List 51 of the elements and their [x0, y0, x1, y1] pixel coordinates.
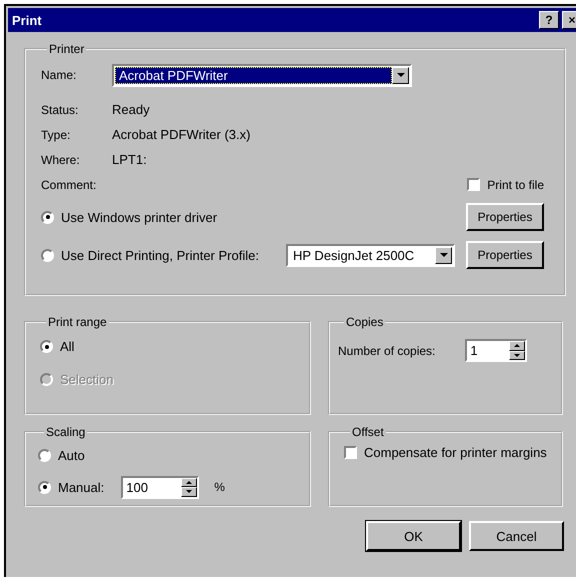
radio-label[interactable]: Use Direct Printing, Printer Profile: — [61, 248, 259, 262]
checkbox-label[interactable]: Compensate for printer margins — [364, 445, 547, 460]
help-button[interactable]: ? — [539, 11, 559, 29]
up-arrow-icon — [514, 344, 520, 348]
checkbox[interactable] — [467, 178, 480, 191]
dropdown-arrow-button[interactable] — [435, 246, 452, 264]
radio-button[interactable] — [38, 448, 51, 462]
spin-up-button[interactable] — [509, 341, 526, 350]
down-arrow-icon — [440, 253, 448, 257]
ok-button[interactable]: OK — [366, 521, 461, 551]
group-title: Scaling — [45, 425, 86, 439]
radio-label[interactable]: Use Windows printer driver — [61, 210, 218, 224]
field-label: Where: — [41, 152, 81, 166]
field-label: Status: — [41, 102, 80, 116]
down-arrow-icon — [186, 490, 192, 494]
window-title: Print — [12, 12, 42, 28]
group-title: Printer — [48, 42, 86, 56]
spin-box[interactable]: 100 — [121, 476, 200, 498]
dropdown-arrow-button[interactable] — [392, 66, 409, 84]
radio-button[interactable] — [40, 340, 53, 353]
field-value: Ready — [112, 102, 150, 117]
radio-button[interactable] — [38, 480, 51, 494]
spin-up-button[interactable] — [181, 478, 198, 487]
group-title: Offset — [351, 425, 385, 439]
spin-box[interactable]: 1 — [465, 339, 528, 362]
down-arrow-icon — [396, 73, 404, 77]
field-label: Name: — [41, 68, 78, 82]
up-arrow-icon — [186, 480, 192, 484]
radio-button[interactable] — [41, 248, 54, 262]
checkbox-label[interactable]: Print to file — [487, 178, 544, 192]
group-title: Copies — [345, 315, 384, 329]
spin-down-button[interactable] — [181, 487, 198, 496]
field-label: Comment: — [41, 178, 98, 192]
radio-button[interactable] — [41, 210, 54, 224]
properties-button[interactable]: Properties — [466, 241, 544, 269]
group-title: Print range — [47, 315, 108, 329]
field-value: Acrobat PDFWriter (3.x) — [112, 127, 250, 142]
cancel-button[interactable]: Cancel — [469, 521, 564, 551]
field-value: LPT1: — [112, 152, 147, 167]
unit-label: % — [214, 480, 225, 494]
close-button[interactable]: × — [562, 11, 576, 29]
dropdown[interactable]: Acrobat PDFWriter — [112, 64, 412, 86]
down-arrow-icon — [514, 354, 520, 357]
field-label: Number of copies: — [338, 344, 436, 358]
checkbox[interactable] — [344, 446, 357, 459]
radio-label[interactable]: Auto — [58, 448, 85, 462]
properties-button[interactable]: Properties — [466, 203, 544, 231]
field-label: Type: — [41, 128, 72, 142]
radio-label[interactable]: Manual: — [58, 480, 104, 494]
dropdown[interactable]: HP DesignJet 2500C — [286, 244, 455, 266]
radio-label[interactable]: All — [60, 339, 74, 354]
